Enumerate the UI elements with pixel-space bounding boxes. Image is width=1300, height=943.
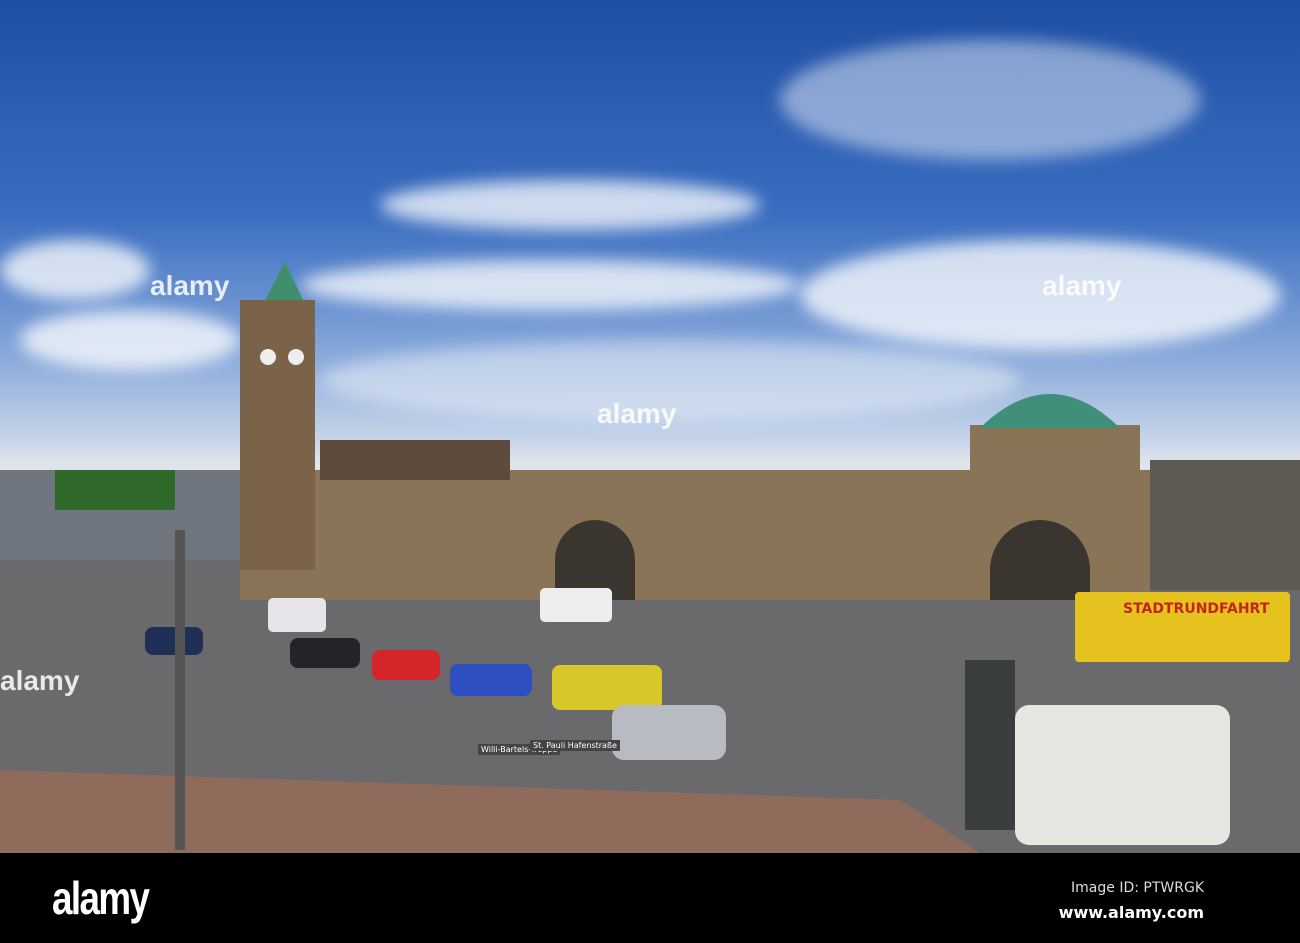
red-car — [372, 650, 440, 680]
white-van — [268, 598, 326, 632]
trees — [55, 470, 175, 510]
bus-sign: STADTRUNDFAHRT — [1123, 601, 1270, 617]
image-id: Image ID: PTWRGK — [1071, 880, 1204, 896]
photo: Willi-Bartels-Treppe St. Pauli Hafenstra… — [0, 0, 1300, 853]
watermark: alamy — [597, 398, 677, 429]
blue-car — [450, 664, 532, 696]
alamy-logo: alamy — [52, 872, 150, 924]
clock-icon — [260, 349, 276, 365]
street-sign: St. Pauli Hafenstraße — [530, 740, 620, 751]
white-van — [540, 588, 612, 622]
billboard — [965, 660, 1015, 830]
glass-building — [1150, 460, 1300, 590]
black-car — [290, 638, 360, 668]
yellow-van — [552, 665, 662, 710]
watermark: alamy — [1042, 270, 1122, 301]
watermark: alamy — [0, 665, 80, 696]
lamp-post — [175, 530, 185, 850]
camper-van — [1015, 705, 1230, 845]
dark-car — [145, 627, 203, 655]
tower-spire — [265, 262, 303, 300]
clock-icon — [288, 349, 304, 365]
clock-tower — [240, 300, 315, 570]
roof — [320, 440, 510, 480]
silver-car — [612, 705, 726, 760]
green-dome — [980, 394, 1120, 428]
site-url: www.alamy.com — [1058, 903, 1204, 922]
watermark: alamy — [150, 270, 230, 301]
footer-bar: alamy Image ID: PTWRGK www.alamy.com — [0, 853, 1300, 943]
